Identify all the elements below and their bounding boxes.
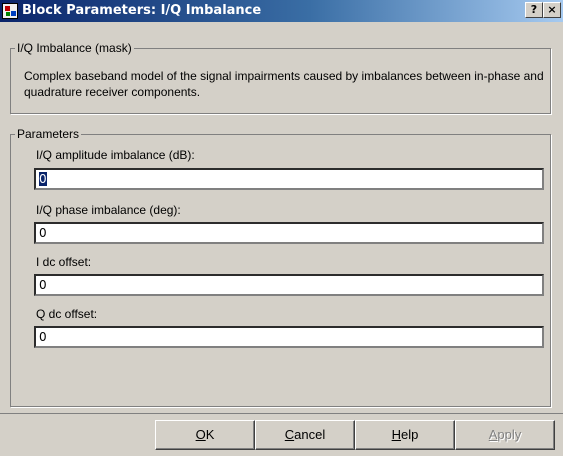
i-dc-offset-label: I dc offset: [36,255,92,269]
button-divider [0,413,563,414]
title-bar: Block Parameters: I/Q Imbalance ? × [0,0,563,22]
mask-description: Complex baseband model of the signal imp… [24,69,544,99]
phase-imbalance-field[interactable]: 0 [34,222,544,244]
q-dc-offset-label: Q dc offset: [36,307,98,321]
mask-legend: I/Q Imbalance (mask) [17,41,132,55]
amplitude-imbalance-field[interactable]: 0 [34,168,544,190]
phase-imbalance-label: I/Q phase imbalance (deg): [36,203,181,217]
amplitude-imbalance-value: 0 [39,172,47,186]
cancel-button[interactable]: Cancel [255,420,355,450]
apply-button[interactable]: Apply [455,420,555,450]
parameters-legend: Parameters [17,127,80,141]
amplitude-imbalance-label: I/Q amplitude imbalance (dB): [36,148,195,162]
q-dc-offset-field[interactable]: 0 [34,326,544,348]
i-dc-offset-field[interactable]: 0 [34,274,544,296]
help-button[interactable]: Help [355,420,455,450]
help-icon[interactable]: ? [525,2,543,18]
close-icon[interactable]: × [543,2,561,18]
window-title: Block Parameters: I/Q Imbalance [22,3,262,18]
simulink-block-icon [2,3,18,19]
ok-button[interactable]: OK [155,420,255,450]
